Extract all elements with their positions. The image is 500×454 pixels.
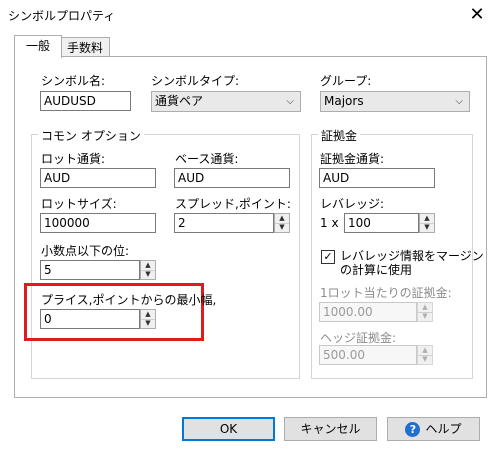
margin-currency-field[interactable]: AUD	[319, 168, 435, 188]
cancel-button[interactable]: キャンセル	[284, 417, 377, 441]
use-leverage-label-line2: の計算に使用	[340, 263, 413, 277]
spin-down-icon[interactable]: ▼	[420, 223, 434, 232]
spin-down-icon[interactable]: ▼	[275, 223, 289, 232]
group-label: グループ:	[320, 74, 372, 88]
common-options-title: コモン オプション	[38, 127, 144, 144]
hedge-margin-field: 500.00	[319, 345, 417, 365]
min-distance-stepper[interactable]: ▲ ▼	[140, 309, 156, 329]
leverage-label: レバレッジ:	[320, 197, 385, 211]
tab-commission[interactable]: 手数料	[60, 37, 110, 58]
tab-general[interactable]: 一般	[14, 35, 62, 58]
base-currency-label: ベース通貨:	[175, 152, 239, 166]
hedge-margin-label: ヘッジ証拠金:	[320, 331, 397, 345]
symbol-type-select[interactable]: 通貨ペア ⌵	[151, 91, 301, 112]
min-distance-field[interactable]: 0	[40, 309, 140, 329]
spin-down-icon: ▼	[422, 355, 428, 363]
chevron-down-icon: ⌵	[455, 96, 463, 107]
spread-label: スプレッド,ポイント:	[175, 197, 291, 211]
spin-down-icon: ▼	[422, 312, 428, 320]
close-icon[interactable]: ✕	[464, 4, 490, 26]
lot-size-label: ロットサイズ:	[41, 197, 117, 211]
group-select[interactable]: Majors ⌵	[320, 91, 470, 112]
spread-stepper[interactable]: ▲ ▼	[274, 213, 290, 233]
per-lot-margin-label: 1ロット当たりの証拠金:	[320, 286, 452, 300]
leverage-stepper[interactable]: ▲ ▼	[419, 213, 435, 233]
leverage-field[interactable]: 100	[344, 213, 419, 233]
spin-down-icon[interactable]: ▼	[141, 270, 155, 279]
lot-currency-label: ロット通貨:	[41, 152, 106, 166]
decimals-label: 小数点以下の位:	[41, 244, 130, 258]
min-distance-label: プライス,ポイントからの最小幅,	[41, 293, 217, 307]
symbol-type-label: シンボルタイプ:	[151, 74, 240, 88]
margin-currency-label: 証拠金通貨:	[320, 152, 385, 166]
lot-size-field[interactable]: 100000	[40, 213, 156, 233]
lot-currency-field[interactable]: AUD	[40, 168, 156, 188]
per-lot-margin-field: 1000.00	[319, 302, 417, 322]
use-leverage-checkbox[interactable]: ✓	[321, 250, 335, 264]
help-button[interactable]: ? ヘルプ	[387, 417, 480, 441]
spread-field[interactable]: 2	[174, 213, 274, 233]
leverage-prefix: 1 x	[320, 216, 339, 230]
help-icon: ?	[405, 422, 421, 437]
symbol-name-label: シンボル名:	[41, 74, 106, 88]
ok-button[interactable]: OK	[182, 417, 275, 441]
per-lot-margin-stepper: ▲ ▼	[417, 302, 433, 322]
decimals-field[interactable]: 5	[40, 260, 140, 280]
decimals-stepper[interactable]: ▲ ▼	[140, 260, 156, 280]
group-value: Majors	[324, 94, 364, 108]
symbol-name-field[interactable]: AUDUSD	[40, 91, 131, 111]
help-button-label: ヘルプ	[425, 422, 462, 436]
symbol-type-value: 通貨ペア	[155, 94, 204, 108]
margin-title: 証拠金	[318, 127, 361, 144]
base-currency-field[interactable]: AUD	[174, 168, 290, 188]
hedge-margin-stepper: ▲ ▼	[417, 345, 433, 365]
chevron-down-icon: ⌵	[286, 96, 294, 107]
window-title: シンボルプロパティ	[8, 9, 116, 23]
spin-down-icon[interactable]: ▼	[141, 319, 155, 328]
